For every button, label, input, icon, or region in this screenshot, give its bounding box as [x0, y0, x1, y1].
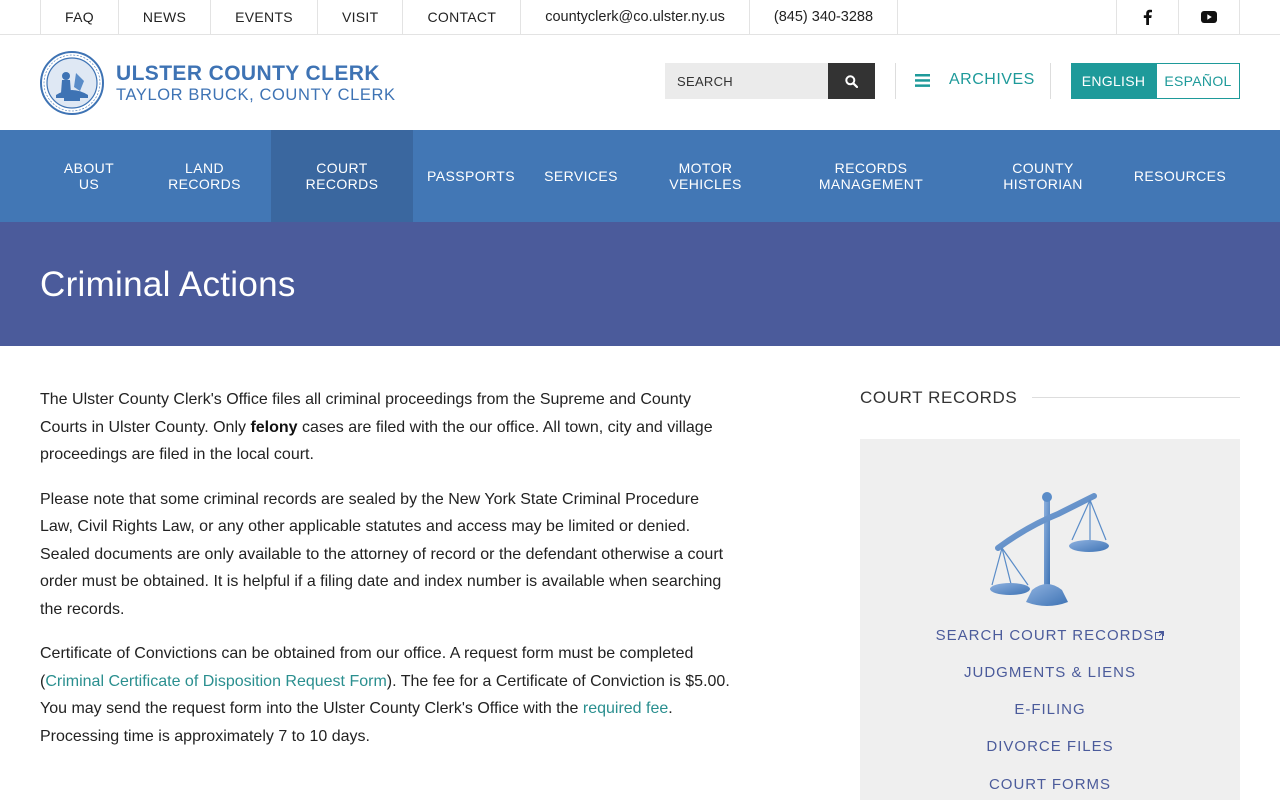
sidebar-link-search-court-records[interactable]: SEARCH COURT RECORDS	[860, 627, 1240, 644]
nav-item-passports[interactable]: PASSPORTS	[413, 130, 529, 222]
nav-item-about-us[interactable]: ABOUT US	[40, 130, 138, 222]
lang-espanol-button[interactable]: ESPAÑOL	[1156, 63, 1240, 99]
nav-item-county-historian[interactable]: COUNTY HISTORIAN	[964, 130, 1122, 222]
youtube-icon[interactable]	[1178, 0, 1240, 34]
paragraph-sealed-records: Please note that some criminal records a…	[40, 490, 724, 618]
search-form	[665, 63, 875, 99]
required-fee-link[interactable]: required fee	[583, 700, 668, 717]
sidebar-link-court-forms[interactable]: COURT FORMS	[860, 776, 1240, 793]
sidebar-title: COURT RECORDS	[860, 388, 1018, 407]
top-link-visit[interactable]: VISIT	[316, 0, 403, 34]
page-title-band: Criminal Actions	[0, 222, 1280, 346]
top-link-news[interactable]: NEWS	[117, 0, 210, 34]
disposition-form-link[interactable]: Criminal Certificate of Disposition Requ…	[45, 673, 386, 690]
nav-item-land-records[interactable]: LAND RECORDS	[138, 130, 271, 222]
sidebar-link-divorce-files[interactable]: DIVORCE FILES	[860, 738, 1240, 755]
nav-item-court-records[interactable]: COURT RECORDS	[271, 130, 413, 222]
sidebar-divider	[1032, 397, 1240, 398]
social-links	[1116, 0, 1240, 34]
top-link-events[interactable]: EVENTS	[210, 0, 317, 34]
top-utility-bar: FAQ NEWS EVENTS VISIT CONTACT countycler…	[0, 0, 1280, 35]
sidebar-link-label: SEARCH COURT RECORDS	[935, 627, 1155, 644]
county-seal-logo[interactable]	[40, 51, 104, 115]
top-link-contact[interactable]: CONTACT	[402, 0, 520, 34]
top-links: FAQ NEWS EVENTS VISIT CONTACT countycler…	[40, 0, 899, 34]
lang-english-button[interactable]: ENGLISH	[1071, 63, 1156, 99]
phone-link[interactable]: (845) 340-3288	[748, 0, 899, 34]
search-input[interactable]	[665, 63, 828, 99]
nav-item-records-management[interactable]: RECORDS MANAGEMENT	[778, 130, 964, 222]
sidebar-link-e-filing[interactable]: E-FILING	[860, 701, 1240, 718]
main-content: The Ulster County Clerk's Office files a…	[40, 386, 730, 767]
language-switcher: ENGLISH ESPAÑOL	[1071, 63, 1240, 99]
site-subtitle: TAYLOR BRUCK, COUNTY CLERK	[116, 86, 396, 104]
email-link[interactable]: countyclerk@co.ulster.ny.us	[520, 0, 749, 34]
nav-item-motor-vehicles[interactable]: MOTOR VEHICLES	[633, 130, 778, 222]
site-title: ULSTER COUNTY CLERK	[116, 62, 380, 85]
nav-item-resources[interactable]: RESOURCES	[1122, 130, 1238, 222]
sidebar-link-judgments-liens[interactable]: JUDGMENTS & LIENS	[860, 664, 1240, 681]
page-title: Criminal Actions	[40, 265, 296, 304]
site-header: ULSTER COUNTY CLERK TAYLOR BRUCK, COUNTY…	[0, 35, 1280, 130]
bold-text: felony	[250, 418, 298, 436]
archives-label: ARCHIVES	[949, 71, 1035, 88]
archives-menu-button[interactable]: ARCHIVES	[915, 71, 1035, 89]
hamburger-menu-icon	[915, 73, 930, 87]
facebook-icon[interactable]	[1116, 0, 1178, 34]
header-divider	[895, 63, 896, 99]
top-link-faq[interactable]: FAQ	[40, 0, 118, 34]
search-icon	[845, 74, 858, 88]
external-link-icon	[1155, 631, 1165, 640]
paragraph-certificate: Certificate of Convictions can be obtain…	[40, 640, 730, 750]
nav-item-services[interactable]: SERVICES	[529, 130, 633, 222]
paragraph-intro: The Ulster County Clerk's Office files a…	[40, 386, 730, 469]
main-nav: ABOUT US LAND RECORDS COURT RECORDS PASS…	[0, 130, 1280, 222]
scales-of-justice-icon	[990, 492, 1109, 606]
search-button[interactable]	[828, 63, 875, 99]
header-divider	[1050, 63, 1051, 99]
site-brand[interactable]: ULSTER COUNTY CLERK TAYLOR BRUCK, COUNTY…	[116, 62, 396, 104]
